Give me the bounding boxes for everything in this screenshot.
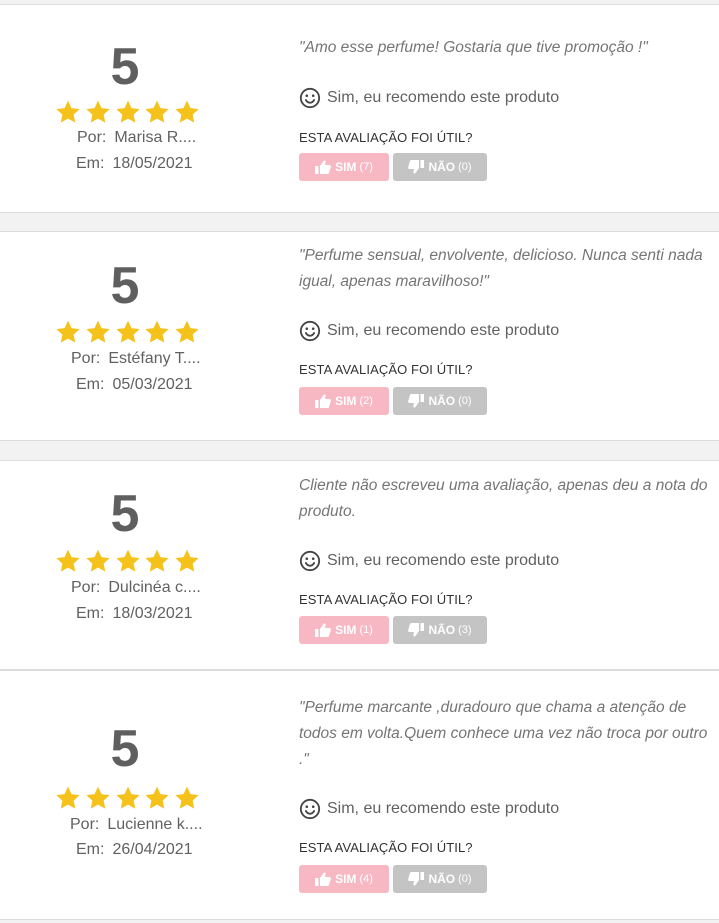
review-card: 5 Por: Estéfany T.... Em: 05/03/2021 "Perf… (0, 231, 719, 441)
vote-yes-button[interactable]: SIM (2) (299, 387, 389, 415)
helpful-question: ESTA AVALIAÇÃO FOI ÚTIL? (299, 592, 473, 607)
star-icon (115, 320, 140, 343)
review-date: Em: 18/05/2021 (76, 155, 193, 172)
thumbs-down-icon (408, 160, 425, 174)
star-rating (55, 548, 200, 574)
thumbs-up-icon (315, 394, 332, 408)
thumbs-up-icon (315, 623, 332, 637)
thumbs-down-icon (408, 623, 425, 637)
star-icon (56, 320, 80, 343)
star-icon (56, 786, 80, 809)
review-author: Por: Lucienne k.... (70, 816, 203, 833)
smiley-icon (299, 550, 321, 572)
star-icon (86, 320, 110, 343)
recommend-line: Sim, eu recomendo este produto (299, 87, 559, 109)
star-icon (56, 549, 80, 572)
vote-yes-button[interactable]: SIM (1) (299, 616, 389, 644)
star-icon (175, 549, 199, 572)
review-text: "Perfume marcante ,duradouro que chama a… (299, 699, 708, 768)
rating-score: 5 (110, 720, 140, 778)
star-icon (175, 320, 199, 343)
smiley-icon (299, 320, 321, 342)
vote-no-button[interactable]: NÃO (0) (393, 153, 487, 181)
star-icon (175, 100, 199, 123)
star-icon (86, 549, 110, 572)
star-icon (115, 549, 140, 572)
thumbs-down-icon (408, 394, 425, 408)
star-icon (86, 786, 110, 809)
vote-no-button[interactable]: NÃO (0) (393, 865, 487, 893)
review-date: Em: 18/03/2021 (76, 605, 193, 622)
rating-score: 5 (110, 257, 140, 315)
review-card: 5 Por: Dulcinéa c.... Em: 18/03/2021 Clien… (0, 460, 719, 670)
vote-yes-button[interactable]: SIM (4) (299, 865, 389, 893)
star-rating (55, 785, 200, 811)
review-text: Cliente não escreveu uma avaliação, apen… (299, 477, 708, 520)
star-icon (145, 100, 169, 123)
star-icon (86, 100, 110, 123)
star-icon (175, 786, 199, 809)
review-text: "Amo esse perfume! Gostaria que tive pro… (299, 39, 648, 56)
star-icon (115, 100, 140, 123)
helpful-question: ESTA AVALIAÇÃO FOI ÚTIL? (299, 840, 473, 855)
helpful-question: ESTA AVALIAÇÃO FOI ÚTIL? (299, 362, 473, 377)
review-author: Por: Marisa R.... (77, 129, 197, 146)
review-text: "Perfume sensual, envolvente, delicioso.… (299, 247, 703, 290)
star-icon (145, 320, 169, 343)
thumbs-up-icon (315, 160, 332, 174)
helpful-question: ESTA AVALIAÇÃO FOI ÚTIL? (299, 130, 473, 145)
smiley-icon (299, 87, 321, 109)
review-date: Em: 26/04/2021 (76, 841, 193, 858)
recommend-line: Sim, eu recomendo este produto (299, 798, 559, 820)
review-card: 5 Por: Marisa R.... Em: 18/05/2021 "Amo es… (0, 4, 719, 213)
star-icon (145, 786, 169, 809)
rating-score: 5 (110, 38, 140, 96)
star-rating (55, 319, 200, 345)
vote-no-button[interactable]: NÃO (0) (393, 387, 487, 415)
star-icon (115, 786, 140, 809)
thumbs-up-icon (315, 872, 332, 886)
star-icon (145, 549, 169, 572)
review-author: Por: Estéfany T.... (71, 350, 201, 367)
star-icon (56, 100, 80, 123)
star-rating (55, 99, 200, 125)
review-card: 5 Por: Lucienne k.... Em: 26/04/2021 "Perf… (0, 670, 719, 920)
rating-score: 5 (110, 485, 140, 543)
recommend-line: Sim, eu recomendo este produto (299, 550, 559, 572)
smiley-icon (299, 798, 321, 820)
vote-no-button[interactable]: NÃO (3) (393, 616, 487, 644)
review-author: Por: Dulcinéa c.... (71, 579, 201, 596)
thumbs-down-icon (408, 872, 425, 886)
review-date: Em: 05/03/2021 (76, 376, 193, 393)
vote-yes-button[interactable]: SIM (7) (299, 153, 389, 181)
recommend-line: Sim, eu recomendo este produto (299, 320, 559, 342)
